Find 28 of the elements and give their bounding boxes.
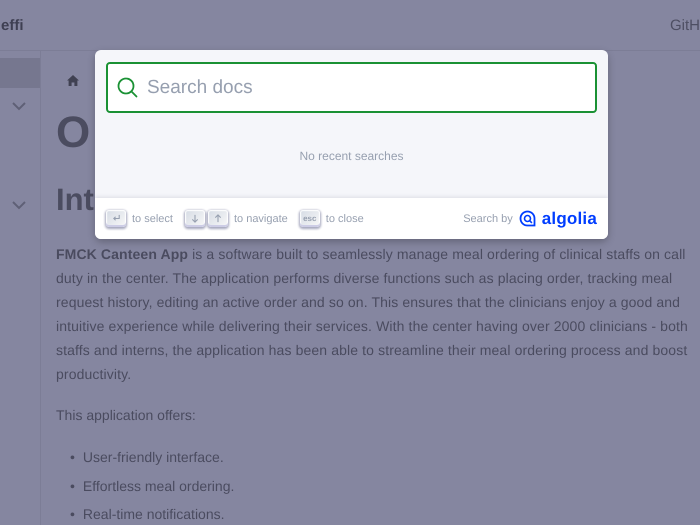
search-field[interactable]: Search docs xyxy=(106,62,597,113)
bullet-mark: • xyxy=(70,505,75,524)
feature-item: User-friendly interface. xyxy=(82,448,224,467)
intro-paragraph: FMCK Canteen App is a software built to seamlessly manage meal ordering of clinical staffs on call duty in the center. The application performs diverse functions such as placing order, tracking meal request history, editing an active order and so on. This ensures that the clinicians enjoy a good and intuitive experience while delivering their services. With the center having over 2000 clinicians - both staffs and interns, the application has been able to streamline their meal ordering process and boost productivity. xyxy=(56,245,689,384)
keyboard-key: esc xyxy=(300,210,320,227)
shortcut-label: to select xyxy=(132,212,173,224)
page-heading: O xyxy=(56,108,90,158)
search-bubble-icon[interactable] xyxy=(518,210,536,227)
list-intro: This application offers: xyxy=(56,406,197,425)
shortcut-label: to close xyxy=(326,212,364,224)
bullet-mark: • xyxy=(70,448,75,467)
arrow-up-icon xyxy=(214,214,222,223)
arrow-down-icon xyxy=(190,214,199,223)
empty-message: No recent searches xyxy=(299,148,404,162)
site-title[interactable]: effi xyxy=(1,16,24,34)
enter-key-icon xyxy=(112,214,120,223)
bullet-mark: • xyxy=(70,476,75,496)
search-by-label: Search by xyxy=(463,212,513,224)
feature-item: Real-time notifications. xyxy=(82,505,225,524)
chevron-down-icon[interactable] xyxy=(11,101,27,111)
feature-item: Effortless meal ordering. xyxy=(82,476,234,496)
search-icon xyxy=(117,77,138,98)
nav-link[interactable]: GitH xyxy=(670,16,700,34)
home-icon[interactable] xyxy=(67,75,79,86)
shortcut-label: to navigate xyxy=(234,212,288,224)
algolia-logo[interactable]: algolia xyxy=(542,208,597,228)
section-heading: Int xyxy=(56,181,94,219)
chevron-down-icon[interactable] xyxy=(11,200,27,210)
